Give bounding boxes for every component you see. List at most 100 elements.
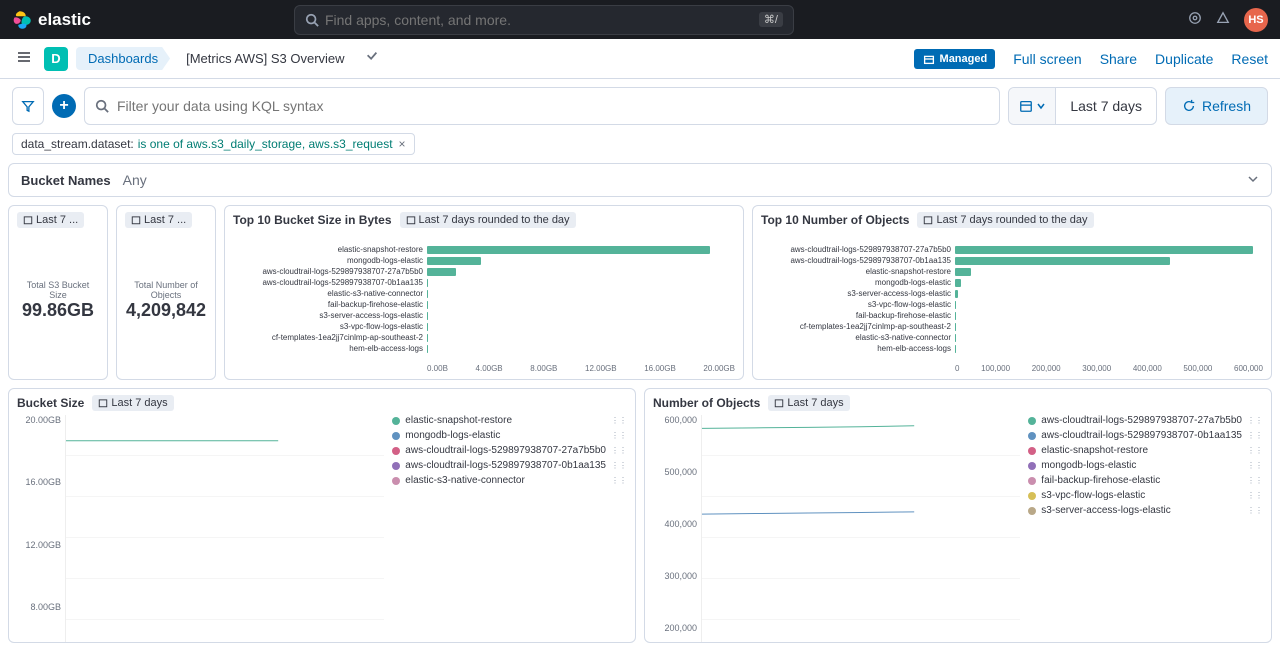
bar-label: fail-backup-firehose-elastic [761, 311, 951, 320]
bar-fill[interactable] [955, 301, 956, 309]
legend-item[interactable]: fail-backup-firehose-elastic⋮⋮ [1028, 475, 1263, 486]
legend-label: s3-server-access-logs-elastic [1041, 505, 1170, 516]
legend-label: mongodb-logs-elastic [405, 430, 500, 441]
drag-handle-icon[interactable]: ⋮⋮ [1247, 416, 1263, 425]
bar-label: s3-vpc-flow-logs-elastic [233, 322, 423, 331]
legend-item[interactable]: elastic-snapshot-restore ⋮⋮ [392, 415, 627, 426]
kql-input-wrapper[interactable] [84, 87, 1000, 125]
legend-item[interactable]: mongodb-logs-elastic ⋮⋮ [392, 430, 627, 441]
series-line[interactable] [702, 426, 914, 429]
bar-label: hem-elb-access-logs [233, 344, 423, 353]
bar-label: aws-cloudtrail-logs-529897938707-0b1aa13… [233, 278, 423, 287]
top-bar: elastic ⌘/ HS [0, 0, 1280, 39]
drag-handle-icon[interactable]: ⋮⋮ [611, 416, 627, 425]
space-badge[interactable]: D [44, 47, 68, 71]
time-badge: Last 7 ... [17, 212, 84, 228]
drag-handle-icon[interactable]: ⋮⋮ [611, 446, 627, 455]
tick-label: 100,000 [981, 364, 1010, 373]
date-picker[interactable]: Last 7 days [1008, 87, 1157, 125]
bar-fill[interactable] [955, 257, 1170, 265]
add-filter-button[interactable]: + [52, 94, 76, 118]
bar-fill[interactable] [427, 246, 710, 254]
user-avatar[interactable]: HS [1244, 8, 1268, 32]
chart-num-objects-timeseries: Number of Objects Last 7 days 600,000500… [644, 388, 1272, 643]
time-badge: Last 7 days [768, 395, 849, 411]
legend-item[interactable]: s3-server-access-logs-elastic ⋮⋮ [1028, 505, 1263, 516]
newsfeed-icon[interactable] [1188, 11, 1202, 28]
drag-handle-icon[interactable]: ⋮⋮ [611, 476, 627, 485]
chevron-down-icon[interactable] [1247, 172, 1259, 188]
help-icon[interactable] [1216, 11, 1230, 28]
remove-filter-icon[interactable]: × [399, 137, 406, 151]
legend-item[interactable]: mongodb-logs-elastic⋮⋮ [1028, 460, 1263, 471]
drag-handle-icon[interactable]: ⋮⋮ [1247, 491, 1263, 500]
global-search-input[interactable] [325, 12, 753, 28]
elastic-logo-icon [12, 10, 32, 30]
elastic-logo[interactable]: elastic [12, 10, 91, 30]
legend-item[interactable]: aws-cloudtrail-logs-529897938707-27a7b5b… [392, 445, 627, 456]
legend-label: aws-cloudtrail-logs-529897938707-27a7b5b… [405, 445, 606, 456]
filter-pill[interactable]: data_stream.dataset: is one of aws.s3_da… [12, 133, 415, 155]
logo-text: elastic [38, 10, 91, 30]
legend-color-icon [1028, 462, 1036, 470]
time-badge: Last 7 days rounded to the day [917, 212, 1093, 228]
legend-item[interactable]: s3-vpc-flow-logs-elastic⋮⋮ [1028, 490, 1263, 501]
plot-area[interactable] [65, 415, 384, 643]
series-line[interactable] [702, 512, 914, 514]
drag-handle-icon[interactable]: ⋮⋮ [1247, 506, 1263, 515]
kql-input[interactable] [117, 98, 989, 114]
bar-fill[interactable] [427, 268, 456, 276]
breadcrumb-current: [Metrics AWS] S3 Overview [170, 47, 356, 70]
bar-fill[interactable] [427, 257, 481, 265]
legend-item[interactable]: elastic-s3-native-connector⋮⋮ [392, 475, 627, 486]
legend-item[interactable]: aws-cloudtrail-logs-529897938707-27a7b5b… [1028, 415, 1263, 426]
chart-top10-bucket-size: Top 10 Bucket Size in Bytes Last 7 days … [224, 205, 744, 380]
bar-row: elastic-snapshot-restore [761, 267, 1263, 277]
nav-toggle-icon[interactable] [12, 45, 36, 72]
bar-label: elastic-snapshot-restore [761, 267, 951, 276]
drag-handle-icon[interactable]: ⋮⋮ [611, 461, 627, 470]
refresh-button[interactable]: Refresh [1165, 87, 1268, 125]
drag-handle-icon[interactable]: ⋮⋮ [611, 431, 627, 440]
duplicate-button[interactable]: Duplicate [1155, 51, 1213, 67]
date-quick-menu[interactable] [1009, 88, 1056, 124]
bar-fill[interactable] [955, 246, 1253, 254]
legend-item[interactable]: elastic-snapshot-restore⋮⋮ [1028, 445, 1263, 456]
drag-handle-icon[interactable]: ⋮⋮ [1247, 461, 1263, 470]
edit-title-icon[interactable] [365, 50, 379, 67]
controls-bar: Bucket Names Any [8, 163, 1272, 197]
bar-fill[interactable] [955, 279, 961, 287]
tick-label: 200,000 [1032, 364, 1061, 373]
date-range-text[interactable]: Last 7 days [1056, 98, 1156, 114]
x-axis: 0.00B4.00GB8.00GB12.00GB16.00GB20.00GB [233, 364, 735, 373]
tick-label: 20.00GB [17, 415, 61, 425]
filter-options-button[interactable] [12, 87, 44, 125]
share-button[interactable]: Share [1100, 51, 1137, 67]
fullscreen-button[interactable]: Full screen [1013, 51, 1081, 67]
bar-fill[interactable] [955, 312, 956, 320]
legend-color-icon [1028, 492, 1036, 500]
legend-item[interactable]: aws-cloudtrail-logs-529897938707-0b1aa13… [392, 460, 627, 471]
bar-label: s3-server-access-logs-elastic [233, 311, 423, 320]
bar-fill[interactable] [955, 290, 958, 298]
legend-color-icon [1028, 447, 1036, 455]
bar-label: elastic-s3-native-connector [761, 333, 951, 342]
breadcrumb-dashboards[interactable]: Dashboards [76, 47, 170, 70]
drag-handle-icon[interactable]: ⋮⋮ [1247, 446, 1263, 455]
tick-label: 20.00GB [703, 364, 735, 373]
control-value[interactable]: Any [123, 172, 147, 188]
reset-button[interactable]: Reset [1231, 51, 1268, 67]
drag-handle-icon[interactable]: ⋮⋮ [1247, 431, 1263, 440]
legend-color-icon [392, 477, 400, 485]
plot-area[interactable] [701, 415, 1020, 643]
global-search[interactable]: ⌘/ [294, 5, 794, 35]
control-label: Bucket Names [21, 173, 111, 188]
bar-row: aws-cloudtrail-logs-529897938707-0b1aa13… [761, 256, 1263, 266]
legend-label: elastic-snapshot-restore [405, 415, 512, 426]
filter-icon [21, 99, 35, 113]
legend-item[interactable]: aws-cloudtrail-logs-529897938707-0b1aa13… [1028, 430, 1263, 441]
drag-handle-icon[interactable]: ⋮⋮ [1247, 476, 1263, 485]
bar-row: aws-cloudtrail-logs-529897938707-27a7b5b… [233, 267, 735, 277]
bar-fill[interactable] [427, 279, 428, 287]
bar-fill[interactable] [955, 268, 971, 276]
